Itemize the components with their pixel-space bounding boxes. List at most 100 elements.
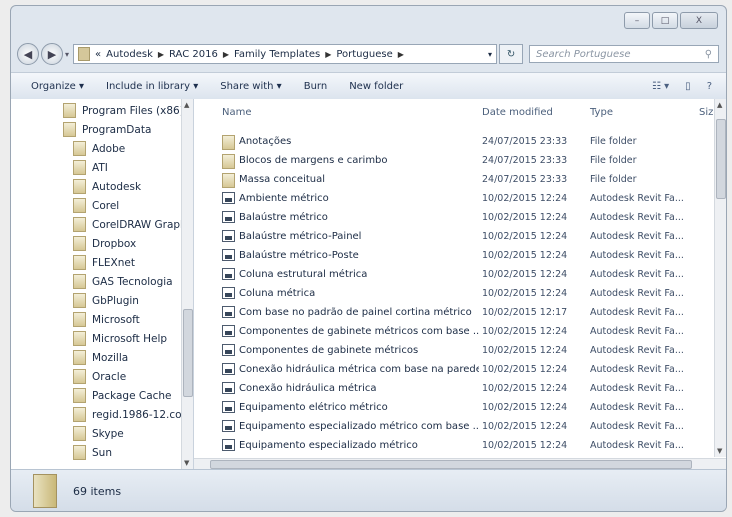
- folder-icon: [73, 388, 86, 403]
- sidebar-item-label: ProgramData: [82, 123, 152, 136]
- breadcrumb-portuguese[interactable]: Portuguese: [336, 49, 392, 60]
- file-row[interactable]: Ambiente métrico 10/02/2015 12:24 Autodesk…: [194, 189, 714, 208]
- forward-button[interactable]: ▶: [41, 43, 63, 65]
- sidebar-item-label: Adobe: [92, 142, 126, 155]
- maximize-button[interactable]: □: [652, 12, 678, 29]
- file-date: 10/02/2015 12:24: [482, 288, 568, 299]
- sidebar-item[interactable]: Oracle: [11, 367, 193, 386]
- address-bar[interactable]: « Autodesk ▶ RAC 2016 ▶ Family Templates…: [73, 44, 498, 64]
- file-row[interactable]: Equipamento elétrico métrico 10/02/2015 1…: [194, 398, 714, 417]
- breadcrumb-family-templates[interactable]: Family Templates: [234, 49, 320, 60]
- file-type: Autodesk Revit Fa...: [590, 345, 684, 356]
- file-type: Autodesk Revit Fa...: [590, 421, 684, 432]
- chevron-right-icon[interactable]: ▶: [223, 50, 229, 59]
- file-type: File folder: [590, 174, 637, 185]
- help-icon[interactable]: ?: [707, 81, 712, 92]
- file-row[interactable]: Balaústre métrico-Poste 10/02/2015 12:24 A…: [194, 246, 714, 265]
- file-row[interactable]: Equipamento especializado métrico 10/02/2…: [194, 436, 714, 455]
- new-folder-button[interactable]: New folder: [349, 81, 403, 92]
- file-row[interactable]: Conexão hidráulica métrica com base na p…: [194, 360, 714, 379]
- sidebar-item[interactable]: regid.1986-12.com.a: [11, 405, 193, 424]
- file-row[interactable]: Conexão hidráulica métrica 10/02/2015 12:…: [194, 379, 714, 398]
- file-row[interactable]: Massa conceitual 24/07/2015 23:33 File fol…: [194, 170, 714, 189]
- folder-icon: [73, 274, 86, 289]
- file-row[interactable]: Coluna métrica 10/02/2015 12:24 Autodesk R…: [194, 284, 714, 303]
- sidebar-item[interactable]: FLEXnet: [11, 253, 193, 272]
- breadcrumb-overflow[interactable]: «: [95, 49, 101, 60]
- file-name: Conexão hidráulica métrica: [239, 383, 377, 394]
- search-icon: ⚲: [704, 48, 713, 60]
- scroll-up-icon[interactable]: ▲: [717, 101, 722, 109]
- file-row[interactable]: Blocos de margens e carimbo 24/07/2015 23…: [194, 151, 714, 170]
- file-name: Coluna estrutural métrica: [239, 269, 368, 280]
- file-list-hscrollbar[interactable]: [194, 458, 726, 469]
- file-row[interactable]: Componentes de gabinete métricos com bas…: [194, 322, 714, 341]
- chevron-right-icon[interactable]: ▶: [158, 50, 164, 59]
- file-row[interactable]: Coluna estrutural métrica 10/02/2015 12:2…: [194, 265, 714, 284]
- sidebar-item[interactable]: ProgramData: [11, 120, 193, 139]
- sidebar-item[interactable]: Adobe: [11, 139, 193, 158]
- rft-file-icon: [222, 268, 235, 280]
- file-list-scrollbar[interactable]: ▲ ▼: [714, 99, 726, 457]
- sidebar-item[interactable]: Microsoft Help: [11, 329, 193, 348]
- share-with-button[interactable]: Share with ▾: [220, 81, 281, 92]
- file-row[interactable]: Componentes de gabinete métricos 10/02/20…: [194, 341, 714, 360]
- rft-file-icon: [222, 211, 235, 223]
- file-row[interactable]: Anotações 24/07/2015 23:33 File folder: [194, 132, 714, 151]
- file-row[interactable]: Balaústre métrico-Painel 10/02/2015 12:24…: [194, 227, 714, 246]
- rft-file-icon: [222, 382, 235, 394]
- close-button[interactable]: X: [680, 12, 718, 29]
- sidebar-item[interactable]: Sun: [11, 443, 193, 462]
- chevron-right-icon[interactable]: ▶: [398, 50, 404, 59]
- column-type[interactable]: Type: [590, 107, 613, 118]
- sidebar-item[interactable]: ATI: [11, 158, 193, 177]
- recent-pages-dropdown-icon[interactable]: ▾: [65, 50, 69, 59]
- sidebar-item[interactable]: Autodesk: [11, 177, 193, 196]
- sidebar-item[interactable]: GAS Tecnologia: [11, 272, 193, 291]
- navigation-scrollbar[interactable]: ▲ ▼: [181, 99, 193, 469]
- breadcrumb-rac2016[interactable]: RAC 2016: [169, 49, 218, 60]
- file-date: 24/07/2015 23:33: [482, 174, 568, 185]
- sidebar-item[interactable]: Skype: [11, 424, 193, 443]
- file-row[interactable]: Com base no padrão de painel cortina mét…: [194, 303, 714, 322]
- scroll-down-icon[interactable]: ▼: [184, 459, 189, 467]
- sidebar-item[interactable]: Microsoft: [11, 310, 193, 329]
- sidebar-item[interactable]: Program Files (x86): [11, 101, 193, 120]
- hscrollbar-thumb[interactable]: [210, 460, 692, 469]
- sidebar-item[interactable]: Mozilla: [11, 348, 193, 367]
- refresh-button[interactable]: ↻: [499, 44, 524, 64]
- back-button[interactable]: ◀: [17, 43, 39, 65]
- column-date-modified[interactable]: Date modified: [482, 107, 553, 118]
- include-in-library-button[interactable]: Include in library ▾: [106, 81, 198, 92]
- sidebar-item-label: CorelDRAW Graphics: [92, 218, 194, 231]
- sidebar-item[interactable]: Corel: [11, 196, 193, 215]
- scroll-down-icon[interactable]: ▼: [717, 447, 722, 455]
- sidebar-item[interactable]: Package Cache: [11, 386, 193, 405]
- folder-icon: [73, 217, 86, 232]
- view-options-icon[interactable]: ☷ ▾: [652, 81, 669, 92]
- forward-arrow-icon: ▶: [47, 47, 57, 61]
- search-input[interactable]: Search Portuguese ⚲: [529, 45, 720, 63]
- column-name[interactable]: Name: [222, 107, 252, 118]
- preview-pane-icon[interactable]: ▯: [685, 81, 691, 92]
- burn-button[interactable]: Burn: [304, 81, 327, 92]
- chevron-down-icon[interactable]: ▾: [488, 50, 492, 59]
- sidebar-item[interactable]: CorelDRAW Graphics: [11, 215, 193, 234]
- sidebar-item[interactable]: Dropbox: [11, 234, 193, 253]
- breadcrumb-autodesk[interactable]: Autodesk: [106, 49, 153, 60]
- scrollbar-thumb[interactable]: [183, 309, 193, 397]
- minimize-button[interactable]: –: [624, 12, 650, 29]
- file-type: Autodesk Revit Fa...: [590, 212, 684, 223]
- scroll-up-icon[interactable]: ▲: [184, 101, 189, 109]
- file-row[interactable]: Balaústre métrico 10/02/2015 12:24 Autodes…: [194, 208, 714, 227]
- scrollbar-thumb[interactable]: [716, 119, 726, 199]
- file-name: Balaústre métrico-Painel: [239, 231, 362, 242]
- sidebar-item[interactable]: GbPlugin: [11, 291, 193, 310]
- chevron-right-icon[interactable]: ▶: [325, 50, 331, 59]
- search-placeholder: Search Portuguese: [536, 48, 631, 60]
- file-type: Autodesk Revit Fa...: [590, 307, 684, 318]
- folder-icon: [63, 103, 76, 118]
- file-row[interactable]: Equipamento especializado métrico com ba…: [194, 417, 714, 436]
- organize-button[interactable]: Organize ▾: [31, 81, 84, 92]
- file-name: Equipamento elétrico métrico: [239, 402, 388, 413]
